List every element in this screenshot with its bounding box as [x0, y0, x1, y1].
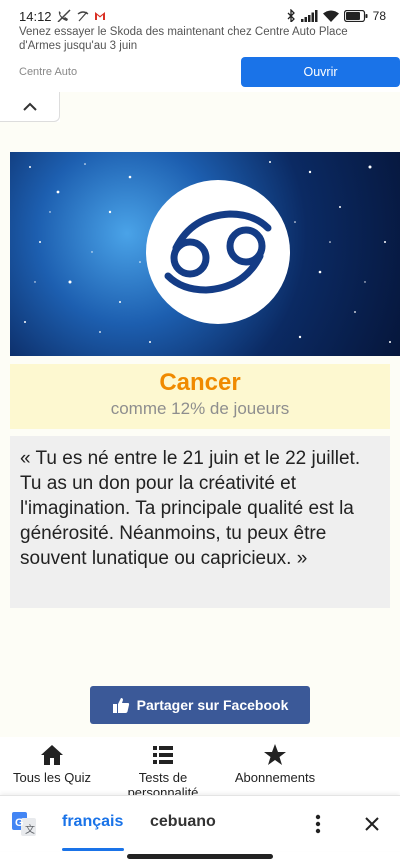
signal-icon	[300, 10, 318, 22]
ad-text: Venez essayer le Skoda des maintenant ch…	[19, 26, 348, 52]
result-description: « Tu es né entre le 21 juin et le 22 jui…	[10, 436, 390, 608]
thumbs-up-icon	[112, 698, 129, 713]
share-facebook-label: Partager sur Facebook	[136, 697, 289, 713]
zodiac-hero-image	[10, 152, 400, 356]
result-subtitle: comme 12% de joueurs	[110, 399, 290, 418]
nav-label: Tous les Quiz	[12, 770, 92, 785]
star-icon	[264, 744, 286, 765]
call-muted-icon	[57, 9, 71, 23]
battery-icon	[343, 10, 368, 22]
home-icon	[41, 745, 63, 765]
svg-text:G: G	[15, 817, 24, 829]
battery-percent: 78	[372, 9, 386, 23]
close-icon	[365, 817, 379, 831]
more-options-button[interactable]	[308, 812, 328, 836]
ad-open-button[interactable]: Ouvrir	[241, 57, 400, 87]
cancer-sign-circle	[146, 180, 290, 324]
list-icon	[153, 746, 173, 764]
nav-label: Abonnements	[234, 770, 316, 785]
active-language-indicator	[62, 848, 124, 851]
bottom-nav: Tous les Quiz Tests de personnalité Abon…	[0, 737, 400, 795]
share-facebook-button[interactable]: Partager sur Facebook	[90, 686, 310, 724]
wifi-icon	[322, 10, 339, 22]
close-translate-button[interactable]	[360, 812, 384, 836]
more-vert-icon	[315, 814, 321, 834]
svg-text:文: 文	[25, 823, 35, 836]
result-box: Cancer comme 12% de joueurs	[10, 364, 390, 429]
ad-collapse-button[interactable]	[0, 92, 60, 122]
language-tab-french[interactable]: français	[62, 813, 123, 831]
nav-item-all-quizzes[interactable]: Tous les Quiz	[0, 737, 104, 795]
cancer-zodiac-icon	[164, 210, 272, 294]
nav-label: Tests de personnalité	[127, 770, 199, 795]
bluetooth-icon	[287, 9, 295, 23]
ad-source: Centre Auto	[19, 66, 78, 78]
result-title: Cancer	[159, 369, 241, 396]
nav-item-personality-tests[interactable]: Tests de personnalité	[112, 737, 214, 795]
chevron-up-icon	[22, 102, 37, 111]
content-top-strip	[60, 92, 400, 122]
nav-item-subscriptions[interactable]: Abonnements	[224, 737, 326, 795]
gmail-icon	[95, 12, 105, 20]
translate-bar: G 文 français cebuano	[0, 795, 400, 851]
home-indicator[interactable]	[127, 854, 273, 859]
ad-banner[interactable]: Venez essayer le Skoda des maintenant ch…	[10, 22, 400, 90]
wifi-muted-icon	[77, 11, 89, 22]
google-translate-icon: G 文	[12, 812, 36, 836]
language-tab-cebuano[interactable]: cebuano	[150, 813, 216, 831]
